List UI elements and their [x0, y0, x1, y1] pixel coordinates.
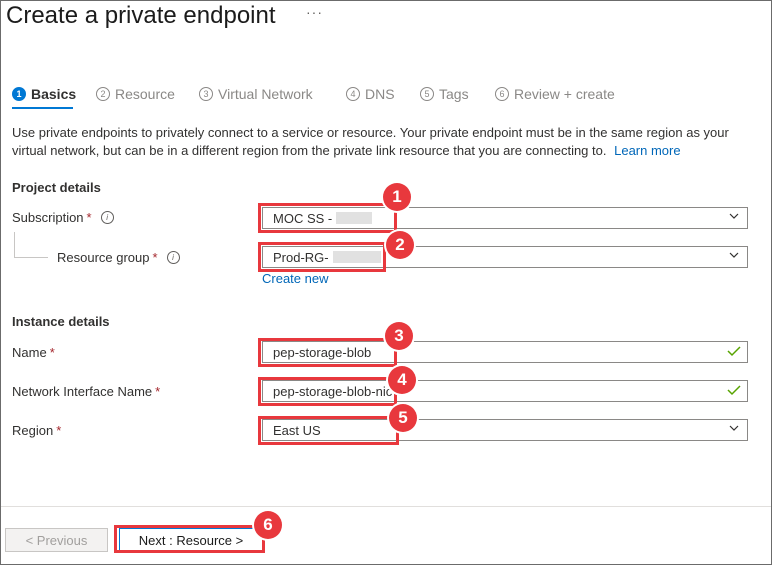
learn-more-link[interactable]: Learn more [614, 143, 680, 158]
resource-group-label-text: Resource group [57, 250, 150, 265]
required-marker: * [56, 423, 62, 438]
step-number: 1 [12, 87, 26, 101]
step-number: 4 [346, 87, 360, 101]
step-number: 6 [495, 87, 509, 101]
subscription-label: Subscription * i [12, 210, 114, 225]
step-label: DNS [365, 86, 395, 102]
resource-group-label: Resource group * i [57, 250, 180, 265]
tree-connector [14, 257, 48, 258]
required-marker: * [49, 345, 55, 360]
required-marker: * [155, 384, 161, 399]
info-icon[interactable]: i [100, 211, 114, 224]
more-options-icon[interactable]: ··· [306, 4, 323, 20]
description: Use private endpoints to privately conne… [12, 124, 762, 160]
tab-review-create[interactable]: 6 Review + create [495, 86, 615, 102]
tree-connector [14, 232, 15, 257]
tab-basics[interactable]: 1 Basics [12, 86, 76, 102]
highlight-box [258, 338, 397, 367]
subscription-label-text: Subscription [12, 210, 84, 225]
tab-virtual-network[interactable]: 3 Virtual Network [199, 86, 313, 102]
page-title: Create a private endpoint [6, 2, 276, 29]
step-label: Basics [31, 86, 77, 102]
required-marker: * [86, 210, 92, 225]
step-label: Review + create [514, 86, 615, 102]
callout-badge: 4 [388, 366, 416, 394]
highlight-box [258, 416, 399, 445]
step-label: Resource [115, 86, 175, 102]
info-icon[interactable]: i [166, 251, 180, 264]
step-number: 2 [96, 87, 110, 101]
required-marker: * [152, 250, 158, 265]
nic-label: Network Interface Name * [12, 384, 160, 399]
project-details-heading: Project details [12, 180, 101, 195]
step-number: 5 [420, 87, 434, 101]
tab-dns[interactable]: 4 DNS [346, 86, 395, 102]
checkmark-icon [727, 346, 741, 357]
chevron-down-icon [729, 213, 739, 219]
nic-label-text: Network Interface Name [12, 384, 153, 399]
name-label-text: Name [12, 345, 47, 360]
step-label: Tags [439, 86, 469, 102]
callout-badge: 6 [254, 511, 282, 539]
tab-resource[interactable]: 2 Resource [96, 86, 175, 102]
callout-badge: 5 [389, 404, 417, 432]
callout-badge: 1 [383, 183, 411, 211]
instance-details-heading: Instance details [12, 314, 110, 329]
tab-tags[interactable]: 5 Tags [420, 86, 469, 102]
name-label: Name * [12, 345, 55, 360]
highlight-box [114, 525, 265, 553]
previous-button[interactable]: < Previous [5, 528, 108, 552]
dialog-frame [0, 0, 772, 565]
create-new-link[interactable]: Create new [262, 271, 328, 286]
checkmark-icon [727, 385, 741, 396]
region-label-text: Region [12, 423, 54, 438]
footer-divider [1, 506, 771, 507]
step-number: 3 [199, 87, 213, 101]
highlight-box [258, 377, 397, 406]
highlight-box [258, 242, 386, 272]
region-label: Region * [12, 423, 61, 438]
step-label: Virtual Network [218, 86, 313, 102]
callout-badge: 3 [385, 322, 413, 350]
chevron-down-icon [729, 252, 739, 258]
callout-badge: 2 [386, 231, 414, 259]
chevron-down-icon [729, 425, 739, 431]
active-tab-indicator [12, 107, 73, 109]
highlight-box [258, 203, 397, 233]
